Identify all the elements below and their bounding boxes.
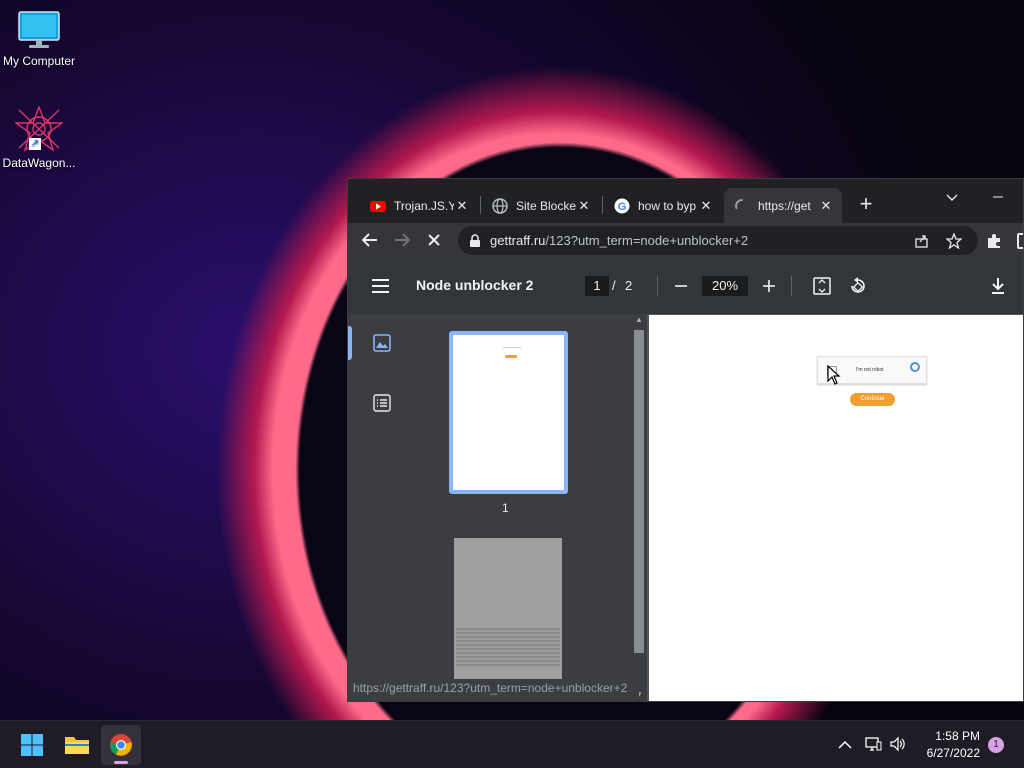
clock-date: 6/27/2022 bbox=[926, 746, 980, 760]
chrome-window: Trojan.JS.Yo ✕ Site Blocker ✕ G how to b… bbox=[347, 178, 1024, 702]
windows-logo-icon bbox=[21, 734, 43, 756]
outline-list-icon[interactable] bbox=[373, 394, 391, 412]
start-button[interactable] bbox=[12, 725, 52, 765]
rail-active-indicator bbox=[348, 326, 352, 360]
continue-button[interactable]: Continue bbox=[850, 393, 895, 406]
sidebar-rail bbox=[348, 314, 416, 701]
close-icon[interactable]: ✕ bbox=[698, 198, 714, 214]
tab-separator bbox=[602, 196, 603, 214]
lock-icon bbox=[470, 234, 480, 247]
stop-loading-icon[interactable] bbox=[422, 228, 446, 252]
file-explorer-button[interactable] bbox=[57, 725, 97, 765]
minimize-button[interactable] bbox=[984, 185, 1014, 209]
thumbnail-mini-button bbox=[505, 355, 517, 358]
tab-label: Site Blocker bbox=[516, 198, 576, 213]
tab-separator bbox=[480, 196, 481, 214]
clock-time: 1:58 PM bbox=[935, 729, 980, 743]
extensions-puzzle-icon[interactable] bbox=[985, 232, 1003, 250]
new-tab-button[interactable]: + bbox=[852, 191, 880, 219]
pdf-title: Node unblocker 2 bbox=[416, 277, 534, 293]
desktop-icon-label: My Computer bbox=[2, 54, 76, 68]
shortcut-arrow-icon: ↗ bbox=[29, 138, 41, 150]
close-icon[interactable]: ✕ bbox=[818, 198, 834, 214]
clock[interactable]: 1:58 PM 6/27/2022 bbox=[918, 729, 980, 760]
pdf-page: I'm not robot Continue bbox=[649, 315, 1023, 701]
toolbar-divider bbox=[791, 276, 792, 296]
zoom-out-minus-icon[interactable] bbox=[671, 276, 691, 296]
globe-icon bbox=[492, 197, 508, 214]
download-icon[interactable] bbox=[988, 276, 1008, 296]
browser-toolbar: gettraff.ru/123?utm_term=node+unblocker+… bbox=[348, 223, 1023, 258]
thumbnail-text-block bbox=[456, 628, 560, 668]
folder-icon bbox=[65, 737, 89, 754]
desktop-icon-datawagon[interactable]: ↗ DataWagon... bbox=[1, 105, 77, 170]
mouse-cursor-icon bbox=[827, 364, 841, 385]
pdf-toolbar: Node unblocker 2 1 / 2 20% bbox=[348, 258, 1023, 314]
forward-arrow-icon[interactable] bbox=[390, 228, 414, 252]
tab-trojan[interactable]: Trojan.JS.Yo ✕ bbox=[360, 188, 478, 223]
thumbnails-image-icon[interactable] bbox=[373, 334, 391, 352]
tab-site-blocker[interactable]: Site Blocker ✕ bbox=[482, 188, 600, 223]
running-indicator bbox=[114, 761, 128, 764]
tab-label: Trojan.JS.Yo bbox=[394, 198, 454, 213]
page-total: 2 bbox=[625, 278, 633, 293]
recaptcha-logo-icon bbox=[910, 362, 920, 372]
tab-strip: Trojan.JS.Yo ✕ Site Blocker ✕ G how to b… bbox=[348, 179, 1023, 223]
status-bar-url: https://gettraff.ru/123?utm_term=node+un… bbox=[349, 679, 639, 697]
bookmark-star-icon[interactable] bbox=[946, 233, 962, 249]
captcha-text: I'm not robot bbox=[856, 367, 884, 373]
pdf-viewer: ▲ ▼ I'm not robot Continue bbox=[631, 314, 1023, 701]
datawagon-icon: ↗ bbox=[13, 105, 65, 152]
monitor-icon bbox=[17, 10, 61, 50]
close-icon[interactable]: ✕ bbox=[454, 198, 470, 214]
url-host: gettraff.ru bbox=[490, 233, 546, 248]
network-icon[interactable] bbox=[864, 735, 882, 753]
page-thumbnail-2[interactable] bbox=[454, 538, 562, 688]
notification-badge[interactable]: 1 bbox=[988, 737, 1004, 753]
zoom-level-input[interactable]: 20% bbox=[702, 276, 748, 296]
chrome-taskbar-button[interactable] bbox=[101, 725, 141, 765]
menu-hamburger-icon[interactable] bbox=[372, 278, 390, 294]
address-bar[interactable]: gettraff.ru/123?utm_term=node+unblocker+… bbox=[458, 226, 978, 255]
toolbar-divider bbox=[657, 276, 658, 296]
scroll-up-arrow-icon[interactable]: ▲ bbox=[631, 314, 647, 326]
share-icon[interactable] bbox=[914, 233, 930, 249]
thumbnail-label: 1 bbox=[502, 501, 509, 515]
youtube-icon bbox=[370, 200, 386, 212]
scroll-thumb[interactable] bbox=[634, 330, 644, 653]
close-icon[interactable]: ✕ bbox=[576, 198, 592, 214]
volume-icon[interactable] bbox=[889, 735, 907, 753]
viewer-scrollbar[interactable]: ▲ ▼ bbox=[631, 314, 647, 701]
page-separator: / bbox=[612, 278, 616, 293]
url-path: /123?utm_term=node+unblocker+2 bbox=[545, 233, 749, 248]
chrome-icon bbox=[110, 734, 132, 756]
svg-text:G: G bbox=[618, 201, 627, 213]
tab-gettraff[interactable]: https://get ✕ bbox=[724, 188, 842, 223]
taskbar: 1:58 PM 6/27/2022 1 bbox=[0, 720, 1024, 768]
google-icon: G bbox=[614, 198, 630, 213]
tab-label: how to byp bbox=[638, 198, 697, 213]
back-arrow-icon[interactable] bbox=[358, 228, 382, 252]
pdf-sidebar: 1 bbox=[348, 314, 646, 701]
tab-search-chevron-icon[interactable] bbox=[940, 185, 964, 209]
tray-overflow-chevron-icon[interactable] bbox=[836, 736, 854, 754]
page-thumbnail-1[interactable] bbox=[449, 331, 568, 494]
page-number-input[interactable]: 1 bbox=[585, 276, 609, 296]
loading-spinner-icon bbox=[735, 198, 743, 209]
rotate-icon[interactable] bbox=[847, 275, 869, 297]
zoom-in-plus-icon[interactable] bbox=[759, 276, 779, 296]
thumbnail-mini-captcha bbox=[503, 347, 521, 353]
tab-label: https://get bbox=[758, 198, 811, 213]
fit-to-page-icon[interactable] bbox=[812, 276, 832, 296]
desktop-icon-label: DataWagon... bbox=[2, 156, 76, 170]
side-panel-icon[interactable] bbox=[1017, 233, 1023, 249]
tab-google-search[interactable]: G how to byp ✕ bbox=[604, 188, 722, 223]
desktop-icon-my-computer[interactable]: My Computer bbox=[1, 10, 77, 68]
